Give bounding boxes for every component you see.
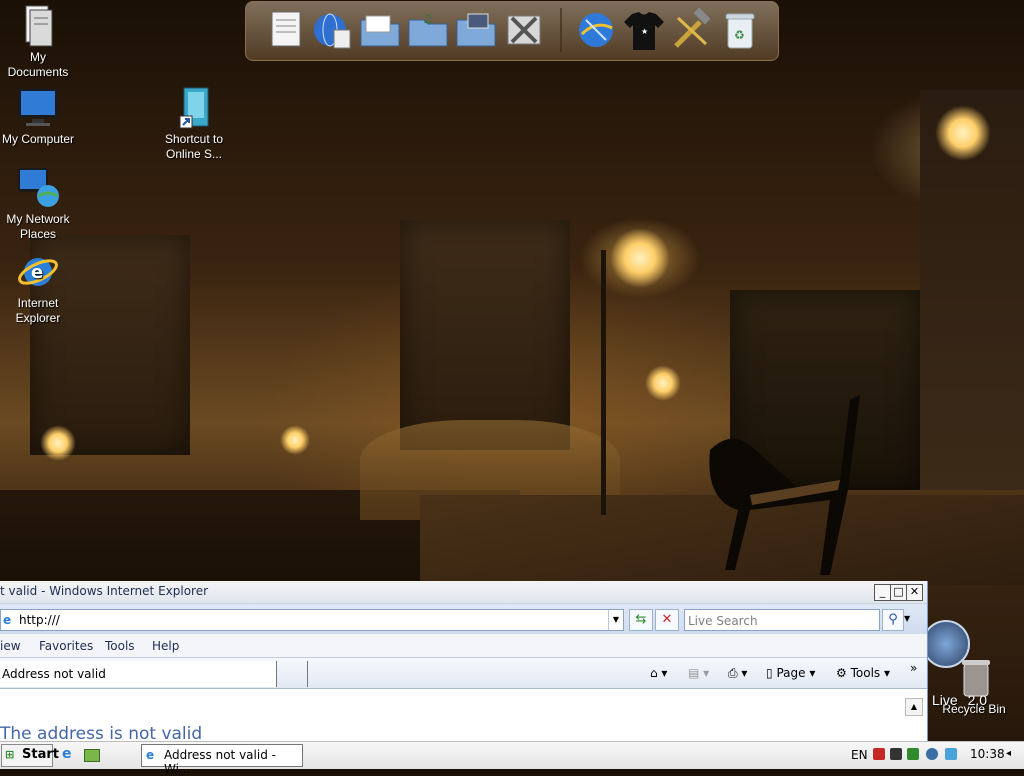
home-icon[interactable]: ⌂ ▾ <box>650 666 667 680</box>
task-ie-icon: e <box>146 748 155 762</box>
windows-logo-icon: ⊞ <box>5 748 15 761</box>
svg-text:♫: ♫ <box>422 12 433 26</box>
desktop-icon-label: My Documents <box>7 50 69 79</box>
clock[interactable]: 10:38 <box>970 747 1005 761</box>
print-icon[interactable]: ⎙ ▾ <box>728 666 747 681</box>
tools-icon[interactable] <box>502 8 546 52</box>
address-toolbar: e http:/// ▼ ⇆ ✕ Live Search ⚲ ▼ <box>0 604 927 634</box>
dock-separator <box>560 8 562 52</box>
folder-icon[interactable] <box>358 8 402 52</box>
address-dropdown-icon[interactable]: ▼ <box>608 610 623 630</box>
command-bar: Address not valid ⌂ ▾ ▤ ▾ ⎙ ▾ ▯ Page ▾ ⚙… <box>0 658 927 689</box>
globe-icon[interactable] <box>310 8 354 52</box>
address-value: http:/// <box>19 613 60 627</box>
page-content: The address is not valid ▲ <box>0 696 927 744</box>
ie-window-title: t valid - Windows Internet Explorer <box>0 584 209 598</box>
update-icon[interactable] <box>907 748 919 760</box>
page-icon: ▯ <box>766 666 773 680</box>
stop-button[interactable]: ✕ <box>655 609 679 631</box>
wallpaper-lamp-glow-5 <box>280 425 310 455</box>
svg-text:♻: ♻ <box>734 28 745 42</box>
document-icon[interactable] <box>264 8 308 52</box>
wallpaper-lamp-post <box>601 250 606 515</box>
search-options-icon[interactable]: ▼ <box>904 614 910 623</box>
page-menu[interactable]: ▯ Page ▾ <box>766 666 815 680</box>
tray-globe-icon[interactable] <box>926 748 938 760</box>
dock-bar: ♫ ★ ♻ <box>245 1 779 61</box>
internet-explorer-icon: e <box>16 250 60 294</box>
windows-live-text: Live 2.0 <box>932 692 988 708</box>
wallpaper-lamp-glow-4 <box>40 425 76 461</box>
menu-help[interactable]: Help <box>152 639 179 653</box>
desktop-icon-my-network-places[interactable]: My Network Places <box>0 166 76 242</box>
trash-icon[interactable]: ♻ <box>718 8 762 52</box>
svg-text:★: ★ <box>641 27 648 36</box>
speaker-icon[interactable]: ◂ <box>1006 748 1011 759</box>
scrollbar-up-arrow[interactable]: ▲ <box>905 698 923 716</box>
network-icon[interactable] <box>890 748 902 760</box>
menu-favorites[interactable]: Favorites <box>39 639 93 653</box>
wallpaper-lamp-glow-2 <box>935 105 991 161</box>
tab-address-not-valid[interactable]: Address not valid <box>0 661 277 687</box>
search-button[interactable]: ⚲ <box>882 609 904 631</box>
desktop-icon-my-computer[interactable]: My Computer <box>0 86 76 147</box>
tools-menu[interactable]: ⚙ Tools ▾ <box>836 666 890 680</box>
quick-launch-desktop-icon[interactable] <box>84 749 100 762</box>
quick-launch-ie-icon[interactable]: e <box>62 746 72 762</box>
feeds-icon[interactable]: ▤ ▾ <box>688 666 709 680</box>
svg-text:e: e <box>31 262 43 283</box>
tshirt-icon[interactable]: ★ <box>622 8 666 52</box>
desktop-icon-my-documents[interactable]: My Documents <box>0 4 76 80</box>
search-placeholder: Live Search <box>688 614 758 628</box>
search-input[interactable]: Live Search <box>684 609 880 631</box>
desktop-icon-online-shortcut[interactable]: Shortcut to Online S... <box>156 86 232 162</box>
new-tab-button[interactable] <box>277 661 308 687</box>
more-commands[interactable]: » <box>910 661 917 675</box>
address-bar[interactable]: e http:/// ▼ <box>0 609 624 631</box>
desktop-icon-label: Shortcut to Online S... <box>164 132 224 161</box>
desktop-icon-internet-explorer[interactable]: e Internet Explorer <box>0 250 76 326</box>
folder-music-icon[interactable]: ♫ <box>406 8 450 52</box>
language-indicator[interactable]: EN <box>851 748 868 762</box>
security-shield-icon[interactable] <box>873 748 885 760</box>
wallpaper-lamp-glow-3 <box>645 365 681 401</box>
desktop-icon-label: Internet Explorer <box>15 296 61 325</box>
my-documents-icon <box>16 4 60 48</box>
gear-icon: ⚙ <box>836 666 847 680</box>
taskbar: ⊞ Start e e Address not valid - Wi... EN… <box>0 741 1024 776</box>
menu-bar: iew Favorites Tools Help <box>0 634 927 658</box>
wallpaper-building-center <box>400 220 570 450</box>
network-places-icon <box>16 166 60 210</box>
desktop-icon-label: My Computer <box>1 132 75 146</box>
ie-title-bar[interactable]: t valid - Windows Internet Explorer _ □ … <box>0 581 927 604</box>
shortcut-icon <box>172 86 216 130</box>
internet-icon[interactable] <box>574 8 618 52</box>
ie-page-icon: e <box>3 613 12 627</box>
windows-live-logo <box>922 620 970 668</box>
maximize-button[interactable]: □ <box>890 584 907 601</box>
menu-tools[interactable]: Tools <box>105 639 135 653</box>
close-button[interactable]: ✕ <box>906 584 923 601</box>
tab-label: Address not valid <box>2 667 106 681</box>
desktop-icon-label: My Network Places <box>6 212 70 241</box>
folder-pictures-icon[interactable] <box>454 8 498 52</box>
minimize-button[interactable]: _ <box>874 584 891 601</box>
refresh-button[interactable]: ⇆ <box>629 609 653 631</box>
hammer-icon[interactable] <box>670 7 714 52</box>
wallpaper-bench <box>709 395 860 575</box>
menu-view[interactable]: iew <box>0 639 21 653</box>
wallpaper-lamp-glow <box>610 228 670 288</box>
my-computer-icon <box>16 86 60 130</box>
taskbar-button-ie[interactable]: e Address not valid - Wi... <box>141 744 303 776</box>
tray-app-icon[interactable] <box>945 748 957 760</box>
start-button[interactable]: ⊞ Start <box>1 744 59 767</box>
ie-window: t valid - Windows Internet Explorer _ □ … <box>0 581 928 744</box>
